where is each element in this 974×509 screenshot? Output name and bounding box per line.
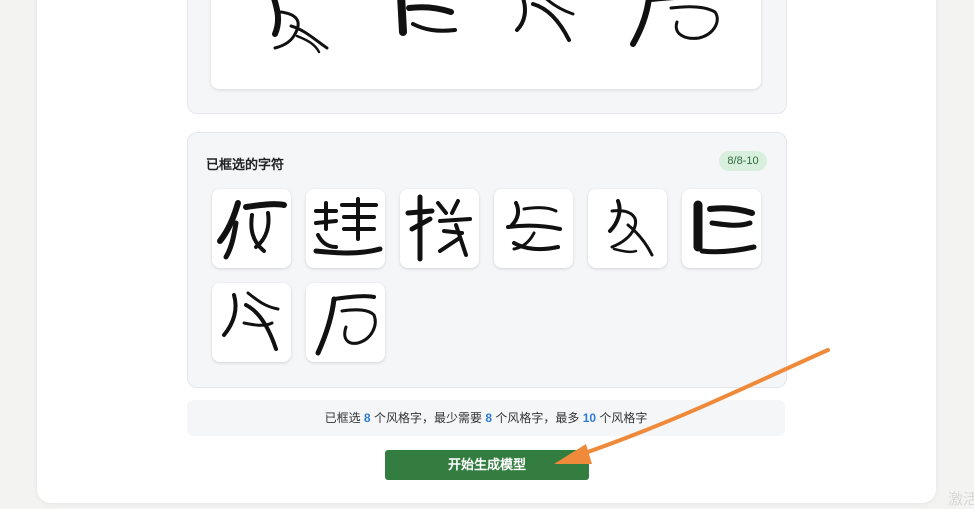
start-generate-model-button[interactable]: 开始生成模型: [385, 450, 589, 480]
glyph-tile-4[interactable]: [494, 189, 573, 268]
glyph-1-image: [217, 200, 287, 260]
selected-glyphs-title: 已框选的字符: [206, 157, 285, 172]
glyph-tile-7[interactable]: [212, 283, 291, 362]
summary-mid-text-2: 个风格字，最多: [495, 411, 580, 425]
glyph-tile-3[interactable]: [400, 189, 479, 268]
glyph-tile-2[interactable]: [306, 189, 385, 268]
glyph-7-image: [222, 291, 280, 351]
summary-mid-text-1: 个风格字，最少需要: [373, 411, 482, 425]
selected-count-badge: 8/8-10: [719, 151, 767, 171]
glyph-8-image: [315, 294, 377, 356]
glyph-tile-8[interactable]: [306, 283, 385, 362]
preview-strokes: [271, 0, 719, 54]
glyph-tile-6[interactable]: [682, 189, 761, 268]
glyph-4-image: [506, 201, 562, 252]
summary-min-count: 8: [485, 411, 492, 425]
glyph-3-image: [405, 194, 472, 262]
summary-max-count: 10: [582, 411, 597, 425]
summary-prefix: 已框选: [324, 411, 361, 425]
glyph-2-image: [313, 197, 383, 256]
summary-selected-count: 8: [363, 411, 371, 425]
glyph-6-image: [693, 200, 757, 255]
glyph-tile-5[interactable]: [588, 189, 667, 268]
preview-canvas: [211, 0, 761, 89]
glyph-5-image: [608, 199, 654, 257]
selection-summary: 已框选 8 个风格字，最少需要 8 个风格字，最多 10 个风格字: [187, 400, 785, 436]
glyph-tile-1[interactable]: [212, 189, 291, 268]
summary-suffix: 个风格字: [599, 411, 648, 425]
